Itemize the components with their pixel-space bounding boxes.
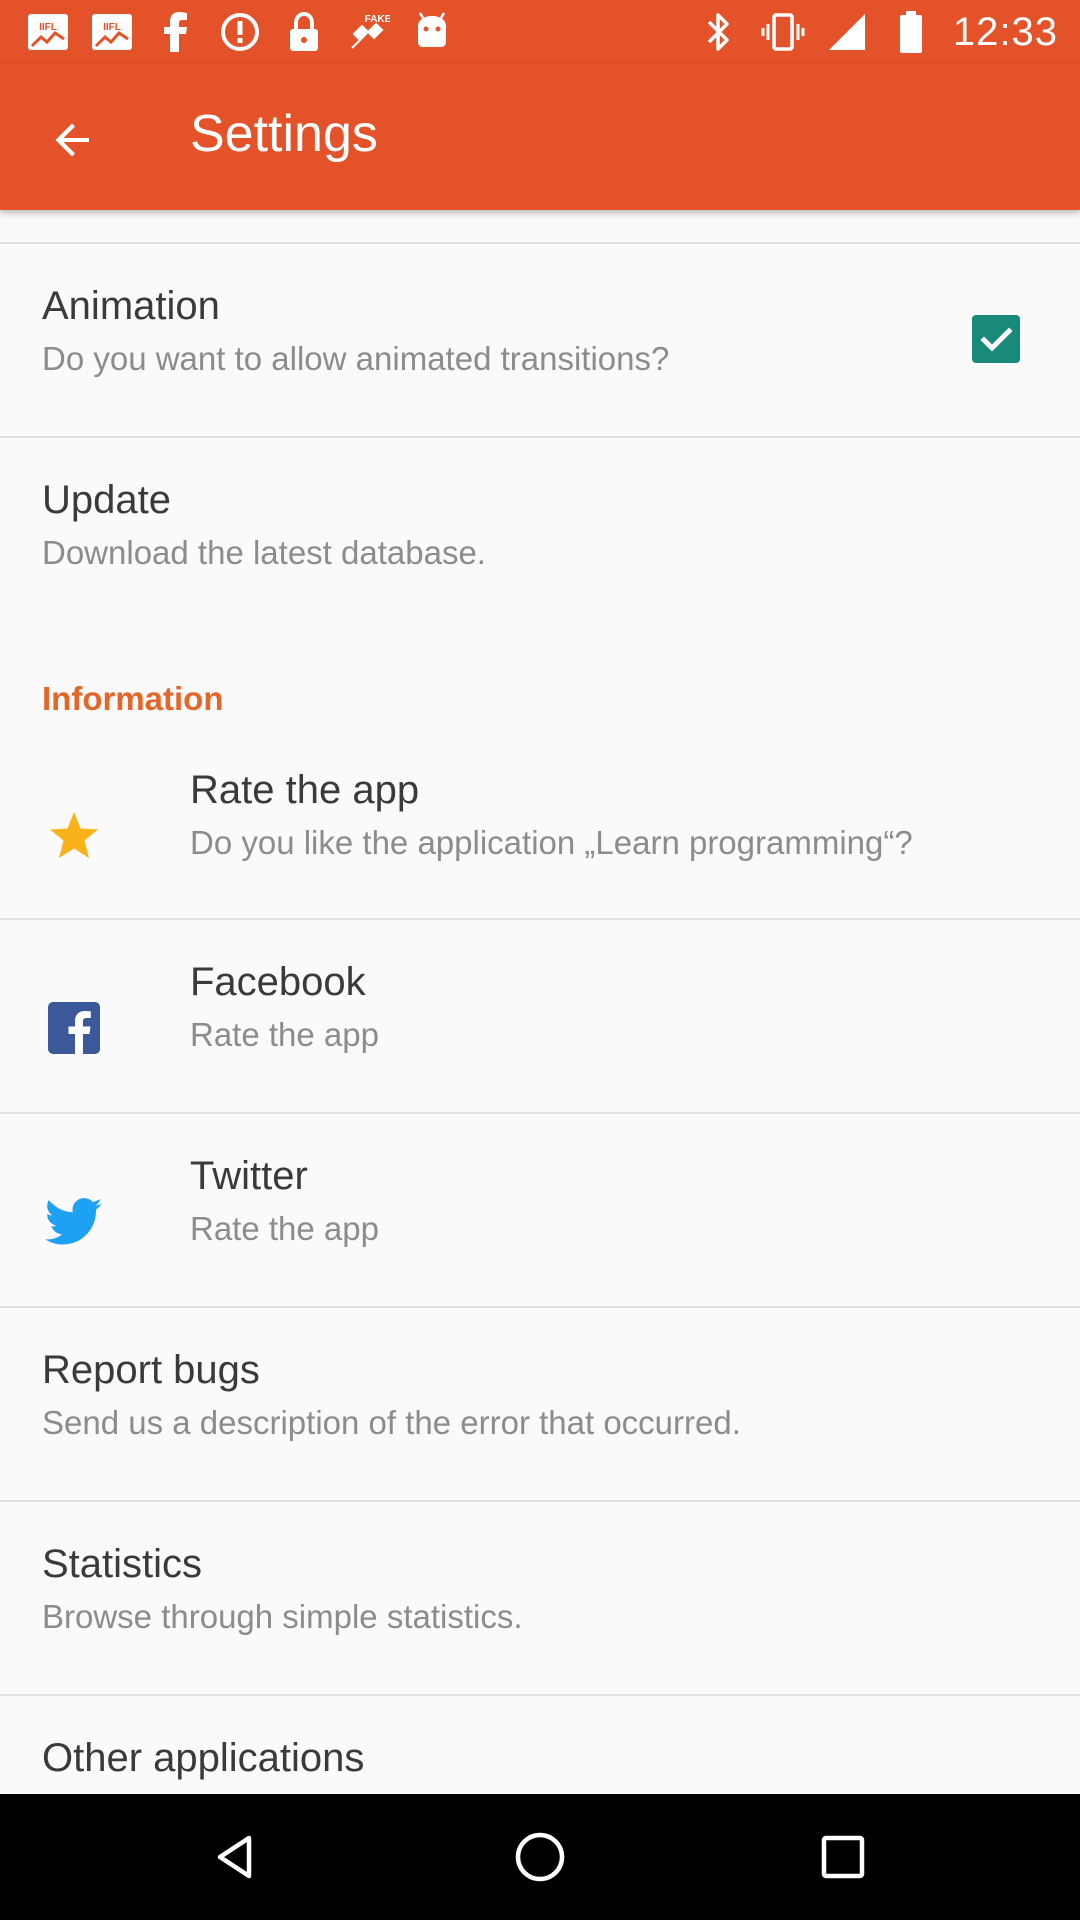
alert-icon (218, 10, 262, 54)
preference-title: Twitter (190, 1154, 308, 1198)
signal-icon (825, 10, 869, 54)
preference-summary: Browse through simple statistics. (42, 1598, 523, 1635)
preference-title: Report bugs (42, 1348, 260, 1392)
iifl-markets-icon: IIFL (26, 10, 70, 54)
preference-summary: Rate the app (190, 1016, 379, 1053)
arrow-back-icon (55, 123, 89, 157)
iifl-markets-icon: IIFL (90, 10, 134, 54)
rate-app-preference[interactable]: Rate the app Do you like the application… (0, 726, 1080, 918)
back-triangle-icon (217, 1835, 252, 1879)
twitter-preference[interactable]: Twitter Rate the app (0, 1114, 1080, 1306)
nav-back-button[interactable] (197, 1817, 277, 1897)
facebook-icon (44, 998, 104, 1058)
animation-checkbox[interactable] (972, 315, 1020, 363)
preference-summary: Send us a description of the error that … (42, 1404, 741, 1441)
animation-preference[interactable]: Animation Do you want to allow animated … (0, 244, 1080, 436)
fake-gps-icon: FAKE (346, 10, 390, 54)
other-applications-preference[interactable]: Other applications (0, 1696, 1080, 1794)
lock-icon (282, 10, 326, 54)
navigation-bar (0, 1794, 1080, 1920)
preference-title: Statistics (42, 1542, 203, 1586)
app-bar: Settings (0, 64, 1080, 210)
svg-text:IIFL: IIFL (39, 22, 57, 33)
nav-home-button[interactable] (500, 1817, 580, 1897)
settings-list[interactable]: Animation Do you want to allow animated … (0, 210, 1080, 1794)
update-preference[interactable]: Update Download the latest database. (0, 438, 1080, 630)
preference-summary: Download the latest database. (42, 534, 486, 571)
preference-summary: Rate the app (190, 1210, 379, 1247)
report-bugs-preference[interactable]: Report bugs Send us a description of the… (0, 1308, 1080, 1500)
vibrate-icon (761, 10, 805, 54)
preference-summary: Do you want to allow animated transition… (42, 340, 670, 377)
twitter-bird-icon (44, 1192, 104, 1252)
svg-text:IIFL: IIFL (103, 22, 121, 33)
bluetooth-icon (697, 10, 741, 54)
recents-square-icon (821, 1835, 865, 1879)
notification-icons: IIFL IIFL FAKE (26, 8, 454, 56)
statistics-preference[interactable]: Statistics Browse through simple statist… (0, 1502, 1080, 1694)
preference-title: Animation (42, 284, 220, 328)
svg-text:FAKE: FAKE (365, 14, 390, 25)
preference-title: Rate the app (190, 768, 420, 812)
nav-recents-button[interactable] (803, 1817, 883, 1897)
status-bar: IIFL IIFL FAKE 12:33 (0, 0, 1080, 64)
preference-title: Other applications (42, 1736, 365, 1780)
battery-icon (889, 10, 933, 54)
facebook-icon (154, 10, 198, 54)
page-title: Settings (190, 105, 378, 163)
system-status-icons: 12:33 (697, 8, 1058, 56)
preference-title: Update (42, 478, 171, 522)
home-circle-icon (515, 1832, 565, 1882)
android-icon (410, 10, 454, 54)
facebook-preference[interactable]: Facebook Rate the app (0, 920, 1080, 1112)
preference-title: Facebook (190, 960, 366, 1004)
information-category-header: Information (42, 680, 224, 717)
star-icon (44, 806, 104, 866)
check-icon (980, 327, 1013, 352)
back-button[interactable] (28, 100, 118, 180)
status-time: 12:33 (952, 9, 1058, 54)
preference-summary: Do you like the application „Learn progr… (190, 824, 913, 861)
